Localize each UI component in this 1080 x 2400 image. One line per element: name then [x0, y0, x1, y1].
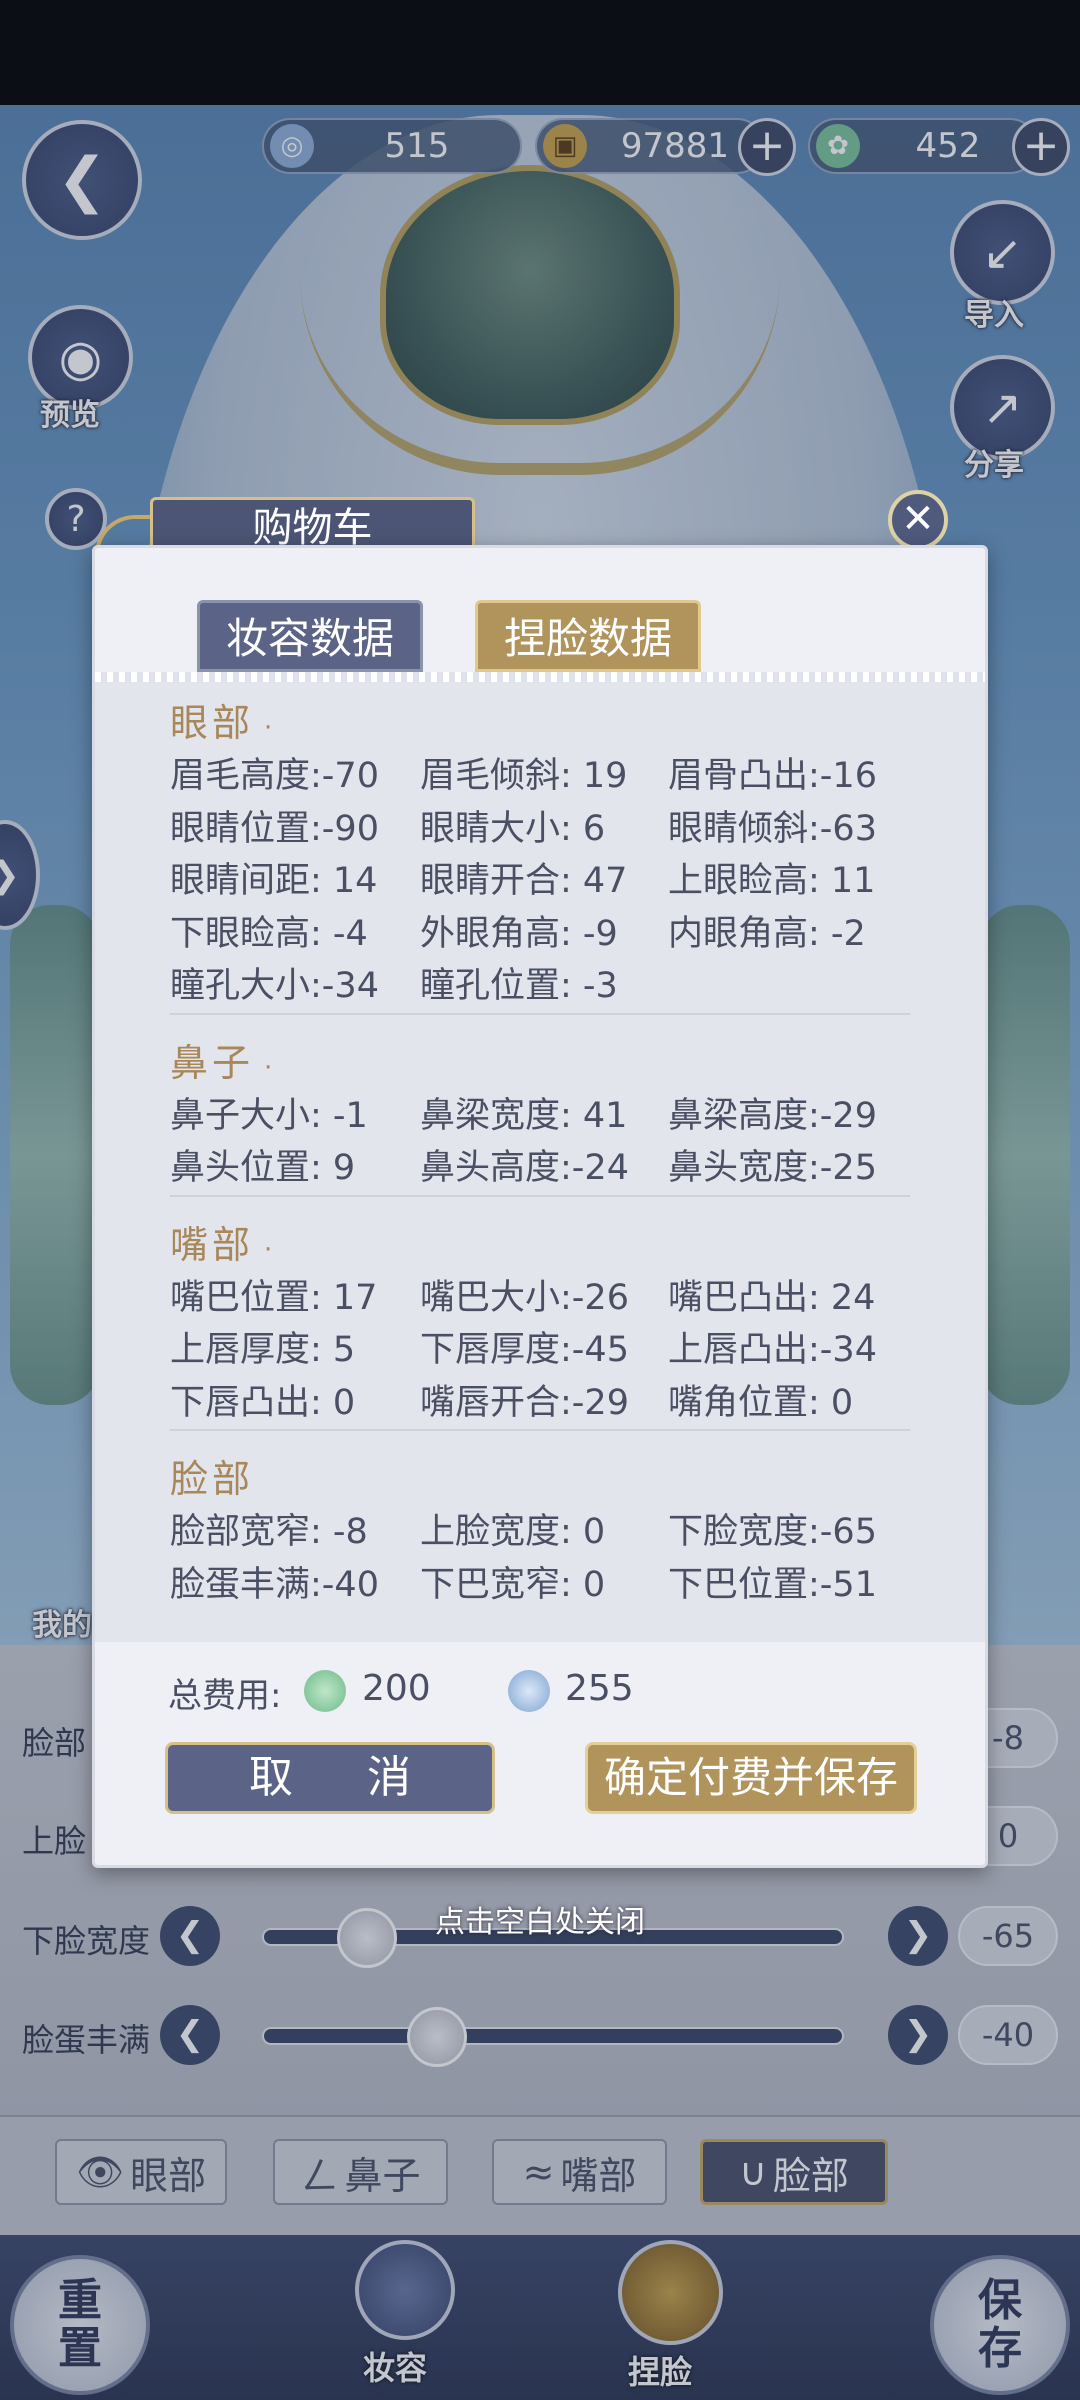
section-dot: · [264, 1234, 277, 1265]
stat-value: 外眼角高: -9 [420, 913, 618, 954]
stat-value: 下巴宽窄: 0 [420, 1564, 606, 1605]
swirl-gem-icon [508, 1670, 550, 1712]
section-title-text: 嘴部 [170, 1222, 255, 1267]
stat-value: 嘴巴位置: 17 [170, 1277, 378, 1318]
stat-value: 眼睛开合: 47 [420, 861, 628, 901]
stat-value: 内眼角高: -2 [668, 913, 866, 954]
stat-value: 眼睛大小: 6 [420, 808, 606, 849]
stat-value: 瞳孔大小:-34 [170, 966, 379, 1006]
stat-value: 眉毛倾斜: 19 [420, 756, 628, 796]
stat-value: 上脸宽度: 0 [420, 1512, 606, 1552]
section-title: 眼部 · [170, 692, 276, 747]
stat-value: 嘴唇开合:-29 [420, 1382, 629, 1423]
stat-value: 鼻子大小: -1 [170, 1095, 368, 1136]
total-cost-label: 总费用: [168, 1676, 282, 1716]
stat-value: 眼睛位置:-90 [170, 808, 379, 849]
stat-value: 下眼睑高: -4 [170, 913, 368, 954]
section-divider [170, 1012, 910, 1015]
divider [95, 672, 985, 682]
close-hint-text: 点击空白处关闭 [435, 1905, 645, 1940]
stat-value: 鼻头高度:-24 [420, 1148, 629, 1188]
confirm-pay-save-button[interactable]: 确定付费并保存 [585, 1742, 917, 1814]
face-data-list: 眼部 · 眉毛高度:-70 眉毛倾斜: 19 眉骨凸出:-16 眼睛位置:-90 眼睛大小:… [95, 682, 985, 1642]
close-icon: ✕ [901, 496, 935, 542]
section-title-text: 鼻子 [170, 1040, 255, 1085]
stat-value: 鼻梁宽度: 41 [420, 1095, 628, 1136]
section-dot: · [264, 713, 277, 743]
jade-icon [304, 1670, 346, 1712]
cancel-button[interactable]: 取 消 [165, 1742, 495, 1814]
section-title: 脸部 [170, 1448, 264, 1503]
stat-value: 鼻头宽度:-25 [668, 1148, 877, 1188]
total-gem-value: 255 [565, 1668, 634, 1709]
stat-value: 瞳孔位置: -3 [420, 966, 618, 1006]
section-dot: · [264, 1052, 277, 1083]
tab-makeup-data[interactable]: 妆容数据 [197, 600, 423, 672]
stat-value: 眉骨凸出:-16 [668, 756, 877, 796]
stat-value: 眉毛高度:-70 [170, 756, 379, 796]
section-divider [170, 1429, 910, 1431]
total-jade-value: 200 [362, 1668, 431, 1709]
stat-value: 嘴角位置: 0 [668, 1382, 854, 1423]
stat-value: 下唇厚度:-45 [420, 1330, 629, 1370]
stat-value: 嘴巴凸出: 24 [668, 1277, 876, 1318]
stat-value: 上唇凸出:-34 [668, 1330, 877, 1370]
stat-value: 眼睛倾斜:-63 [668, 808, 877, 849]
stat-value: 下唇凸出: 0 [170, 1382, 356, 1423]
stat-value: 脸蛋丰满:-40 [170, 1564, 379, 1605]
stat-value: 上唇厚度: 5 [170, 1330, 356, 1370]
section-title-text: 脸部 [170, 1457, 255, 1501]
stat-value: 上眼睑高: 11 [668, 861, 876, 901]
stat-value: 眼睛间距: 14 [170, 861, 378, 901]
section-divider [170, 1194, 910, 1197]
stat-value: 鼻头位置: 9 [170, 1148, 356, 1188]
stat-value: 嘴巴大小:-26 [420, 1277, 629, 1318]
tab-face-data[interactable]: 捏脸数据 [475, 600, 701, 672]
stat-value: 脸部宽窄: -8 [170, 1512, 368, 1552]
section-title: 鼻子 · [170, 1032, 276, 1087]
stat-value: 鼻梁高度:-29 [668, 1095, 877, 1136]
section-title: 嘴部 · [170, 1214, 276, 1269]
stat-value: 下巴位置:-51 [668, 1564, 877, 1605]
close-button[interactable]: ✕ [888, 490, 948, 550]
stat-value: 下脸宽度:-65 [668, 1512, 877, 1552]
section-title-text: 眼部 [170, 701, 255, 745]
